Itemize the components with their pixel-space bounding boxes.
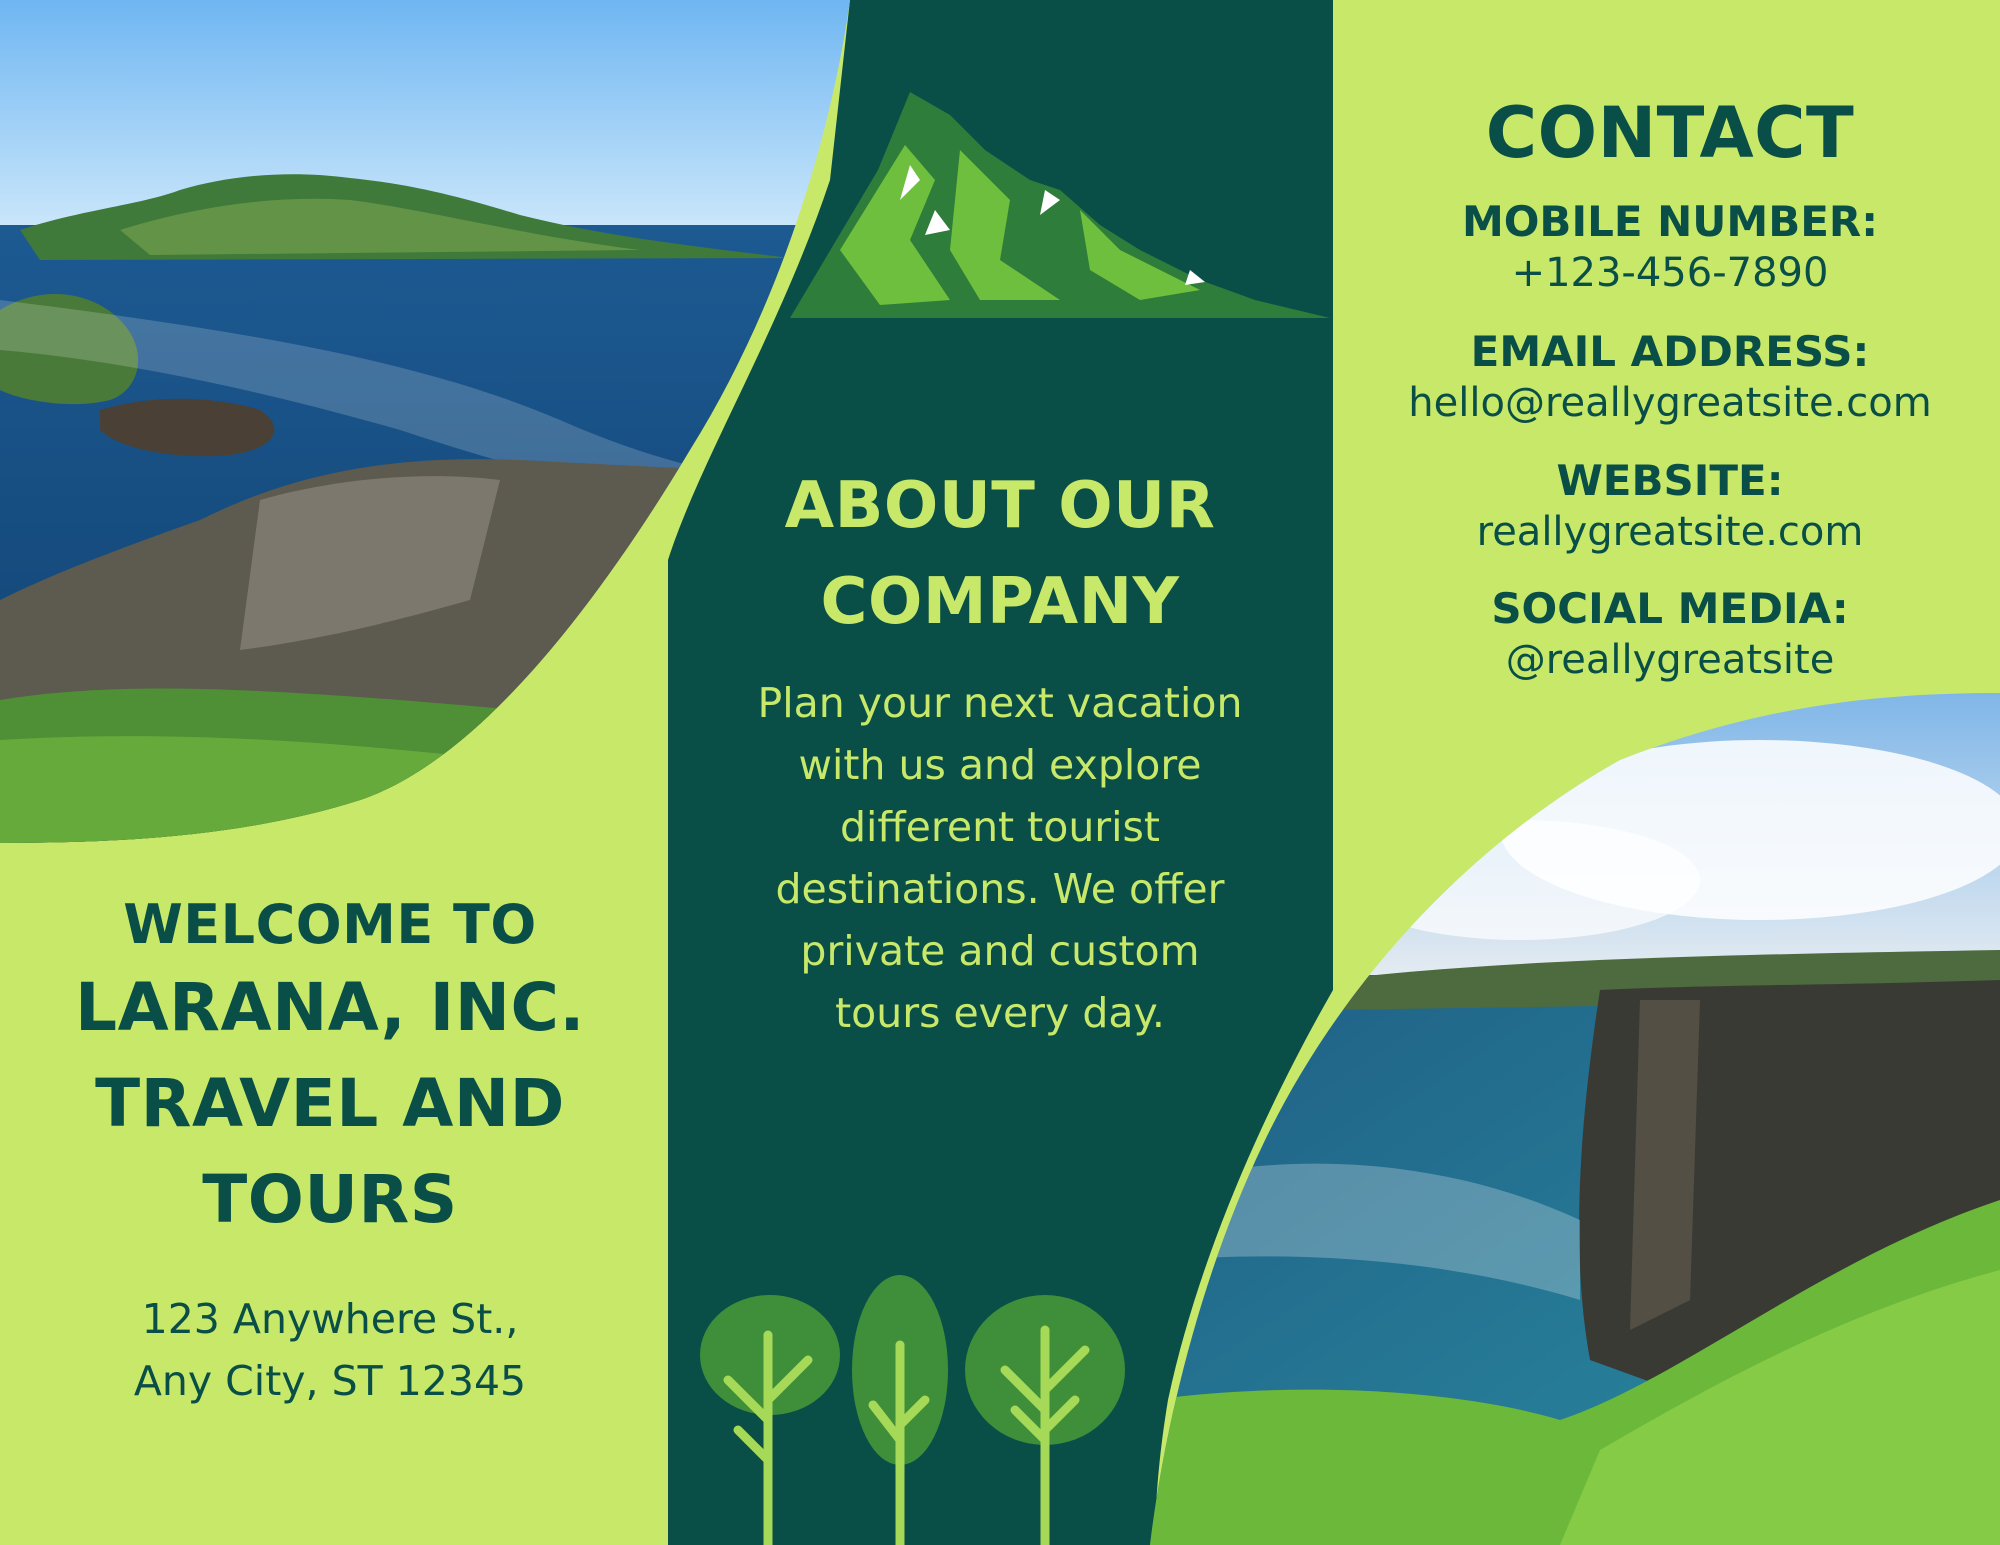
contact-website: WEBSITE: reallygreatsite.com xyxy=(1380,455,1960,557)
address-line-2: Any City, ST 12345 xyxy=(133,1357,527,1405)
company-name-line-3: TOURS xyxy=(202,1161,458,1238)
about-heading: ABOUT OUR COMPANY xyxy=(700,458,1300,650)
social-label: SOCIAL MEDIA: xyxy=(1491,584,1849,633)
about-line: tours every day. xyxy=(835,989,1165,1037)
address: 123 Anywhere St., Any City, ST 12345 xyxy=(40,1288,620,1412)
mobile-value[interactable]: +123-456-7890 xyxy=(1380,248,1960,298)
about-heading-line-1: ABOUT OUR xyxy=(784,469,1216,543)
company-name-line-2: TRAVEL AND xyxy=(95,1065,565,1142)
email-value[interactable]: hello@reallygreatsite.com xyxy=(1380,378,1960,428)
contact-mobile: MOBILE NUMBER: +123-456-7890 xyxy=(1380,196,1960,298)
address-line-1: 123 Anywhere St., xyxy=(141,1295,519,1343)
mobile-label: MOBILE NUMBER: xyxy=(1461,197,1879,246)
about-description: Plan your next vacation with us and expl… xyxy=(715,672,1285,1044)
contact-social: SOCIAL MEDIA: @reallygreatsite xyxy=(1380,583,1960,685)
email-label: EMAIL ADDRESS: xyxy=(1470,327,1870,376)
website-value[interactable]: reallygreatsite.com xyxy=(1380,507,1960,557)
welcome-heading: WELCOME TO LARANA, INC. TRAVEL AND TOURS xyxy=(40,890,620,1248)
social-value[interactable]: @reallygreatsite xyxy=(1380,635,1960,685)
about-line: Plan your next vacation xyxy=(757,679,1243,727)
about-line: private and custom xyxy=(800,927,1200,975)
about-heading-line-2: COMPANY xyxy=(820,565,1180,639)
welcome-label: WELCOME TO xyxy=(123,893,537,956)
about-line: with us and explore xyxy=(798,741,1202,789)
contact-email: EMAIL ADDRESS: hello@reallygreatsite.com xyxy=(1380,326,1960,428)
company-name-line-1: LARANA, INC. xyxy=(75,969,585,1046)
about-line: different tourist xyxy=(840,803,1160,851)
about-line: destinations. We offer xyxy=(775,865,1225,913)
website-label: WEBSITE: xyxy=(1556,456,1784,505)
contact-heading: CONTACT xyxy=(1485,92,1855,174)
